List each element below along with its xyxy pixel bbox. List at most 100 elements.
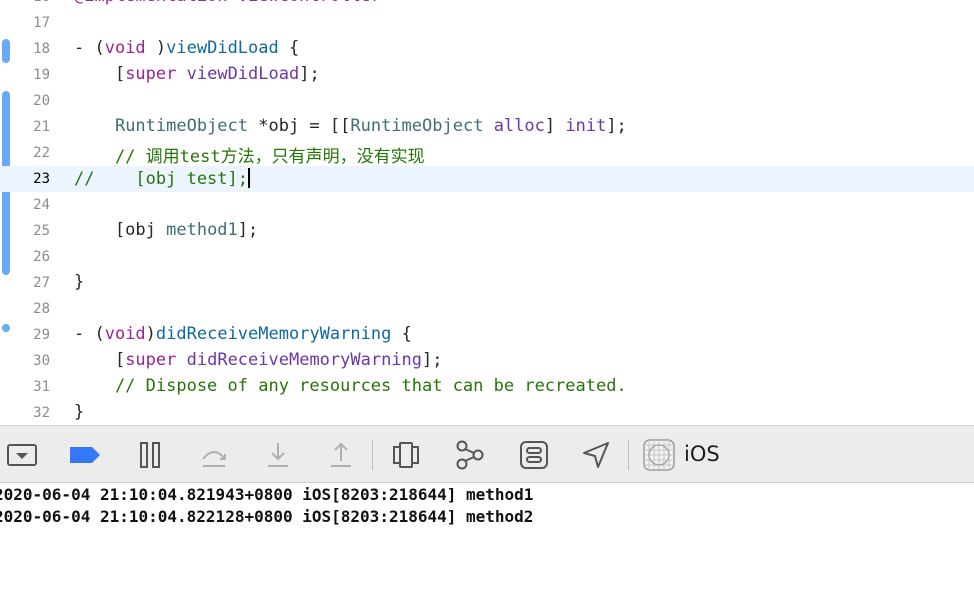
code-token: void: [104, 38, 146, 58]
line-number: 17: [33, 15, 50, 31]
hide-debug-area-icon: [7, 444, 37, 466]
code-line[interactable]: 22 // 调用test方法，只有声明，没有实现: [0, 140, 974, 167]
current-code-line[interactable]: 23 // [obj test];: [0, 166, 974, 192]
code-line[interactable]: 31 // Dispose of any resources that can …: [0, 374, 974, 400]
line-number: 26: [33, 249, 50, 265]
code-text: [obj method1];: [74, 220, 258, 240]
code-token: ): [145, 324, 156, 344]
step-into-icon: [268, 443, 288, 467]
code-token: }: [74, 402, 85, 422]
code-text: // 调用test方法，只有声明，没有实现: [74, 142, 425, 167]
simulate-location-icon: [583, 442, 609, 468]
code-line[interactable]: 28: [0, 296, 974, 322]
code-editor[interactable]: 16 @implementation ViewController 17 18 - (v…: [0, 0, 974, 425]
console-line: 2020-06-04 21:10:04.822128+0800 iOS[8203…: [0, 507, 534, 526]
code-text: @implementation ViewController: [74, 0, 381, 6]
debug-toolbar: iOS: [0, 425, 974, 483]
environment-overrides-button[interactable]: [517, 438, 551, 472]
code-token: void: [104, 324, 146, 344]
code-token: didReceiveMemoryWarning: [186, 350, 423, 370]
code-token: {: [391, 324, 412, 344]
code-line[interactable]: 24: [0, 192, 974, 218]
code-line[interactable]: 26: [0, 244, 974, 270]
console-output[interactable]: 2020-06-04 21:10:04.821943+0800 iOS[8203…: [0, 483, 974, 594]
code-token: // [obj test];: [74, 169, 248, 189]
code-line[interactable]: 18 - (void )viewDidLoad {: [0, 36, 974, 62]
code-token: ];: [422, 350, 443, 370]
code-token: [: [74, 64, 126, 84]
line-number: 21: [33, 119, 50, 135]
code-token: {: [278, 38, 300, 58]
breakpoints-toggle-icon: [70, 447, 100, 463]
line-number: 16: [12, 0, 50, 5]
code-line[interactable]: 29 - (void)didReceiveMemoryWarning {: [0, 322, 974, 348]
code-text: [super didReceiveMemoryWarning];: [74, 350, 443, 370]
scheme-label[interactable]: iOS: [684, 442, 720, 466]
toolbar-divider: [628, 440, 629, 470]
code-token: ];: [299, 64, 320, 84]
hide-debug-area-button[interactable]: [5, 438, 39, 472]
code-token: // Dispose of any resources that can be …: [74, 376, 627, 396]
step-out-button[interactable]: [324, 438, 358, 472]
step-over-icon: [202, 451, 226, 467]
code-token: RuntimeObject: [114, 116, 249, 136]
code-line[interactable]: 25 [obj method1];: [0, 218, 974, 244]
toolbar-divider: [372, 440, 373, 470]
code-token: super: [125, 64, 177, 84]
code-line[interactable]: 27}: [0, 270, 974, 296]
memory-graph-button[interactable]: [453, 438, 487, 472]
code-line[interactable]: 17: [0, 10, 974, 36]
code-token: super: [125, 350, 177, 370]
code-token: [obj: [74, 220, 167, 240]
code-text: // [obj test];: [74, 168, 250, 189]
line-number: 28: [33, 301, 50, 317]
step-over-button[interactable]: [197, 438, 231, 472]
code-token: alloc: [493, 116, 545, 136]
line-number: 25: [33, 223, 50, 239]
line-number: 31: [33, 379, 50, 395]
simulate-location-button[interactable]: [579, 438, 613, 472]
code-text: [super viewDidLoad];: [74, 64, 320, 84]
line-number: 20: [33, 93, 50, 109]
code-token: ): [145, 38, 167, 58]
code-text: }: [74, 272, 84, 292]
code-text: }: [74, 402, 84, 422]
code-text: // Dispose of any resources that can be …: [74, 376, 627, 396]
code-line[interactable]: 32}: [0, 400, 974, 425]
code-token: }: [74, 272, 85, 292]
code-line[interactable]: 19 [super viewDidLoad];: [0, 62, 974, 88]
line-number: 18: [33, 41, 50, 57]
scheme-app-icon-button[interactable]: [642, 438, 676, 472]
code-token: RuntimeObject: [350, 116, 484, 136]
code-token: method1: [166, 220, 238, 240]
code-token: viewDidLoad: [186, 64, 300, 84]
pause-icon: [140, 442, 160, 468]
line-number: 19: [33, 67, 50, 83]
line-number: 29: [33, 327, 50, 343]
code-line[interactable]: 21 RuntimeObject *obj = [[RuntimeObject …: [0, 114, 974, 140]
console-line: 2020-06-04 21:10:04.821943+0800 iOS[8203…: [0, 485, 534, 504]
code-token: // 调用test方法，只有声明，没有实现: [74, 147, 425, 167]
view-hierarchy-button[interactable]: [389, 438, 423, 472]
breakpoints-toggle-button[interactable]: [68, 438, 102, 472]
code-line[interactable]: 30 [super didReceiveMemoryWarning];: [0, 348, 974, 374]
code-line[interactable]: 20: [0, 88, 974, 114]
code-token: @implementation ViewController: [74, 0, 381, 6]
line-number: 22: [33, 145, 50, 161]
app-icon: [643, 439, 675, 471]
code-token: ]: [544, 116, 566, 136]
code-token: init: [565, 116, 607, 136]
line-number: 23: [33, 171, 50, 187]
line-number: 24: [33, 197, 50, 213]
code-text: - (void )viewDidLoad {: [74, 38, 299, 58]
step-into-button[interactable]: [261, 438, 295, 472]
pause-button[interactable]: [133, 438, 167, 472]
code-line[interactable]: 16 @implementation ViewController: [0, 0, 974, 10]
code-token: ];: [606, 116, 627, 136]
code-token: [: [74, 350, 126, 370]
line-number: 27: [33, 275, 50, 291]
line-number: 32: [33, 405, 50, 421]
